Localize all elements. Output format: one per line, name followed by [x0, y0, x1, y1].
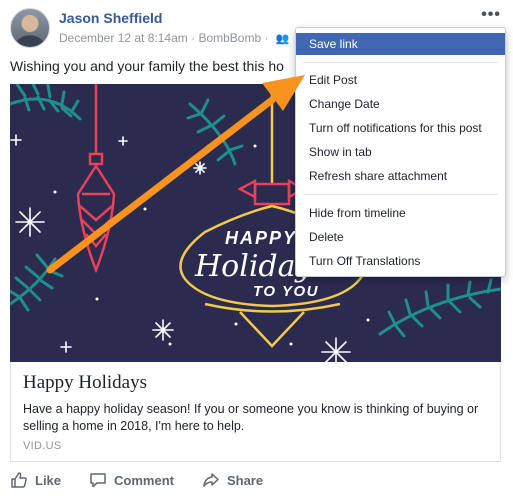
link-description: Have a happy holiday season! If you or s…	[23, 402, 479, 433]
post-date[interactable]: December 12 at 8:14am	[59, 31, 188, 45]
comment-bubble-icon	[90, 473, 106, 488]
greeting-line-3: TO YOU	[253, 283, 319, 300]
like-label: Like	[35, 472, 62, 488]
menu-item-delete[interactable]: Delete	[296, 226, 505, 248]
share-arrow-icon	[203, 473, 219, 487]
menu-item-turn-off-notifications[interactable]: Turn off notifications for this post	[296, 117, 505, 139]
post-via[interactable]: BombBomb	[198, 31, 261, 45]
menu-item-hide-from-timeline[interactable]: Hide from timeline	[296, 202, 505, 224]
meta-separator: ·	[191, 31, 196, 45]
menu-divider	[303, 62, 498, 63]
author-name[interactable]: Jason Sheffield	[59, 10, 162, 26]
comment-label: Comment	[114, 472, 174, 488]
comment-button[interactable]: Comment	[89, 471, 174, 489]
menu-item-turn-off-translations[interactable]: Turn Off Translations	[296, 250, 505, 272]
more-options-icon[interactable]: •••	[481, 6, 501, 24]
meta-separator: ·	[264, 31, 269, 45]
link-title[interactable]: Happy Holidays	[23, 372, 147, 394]
post-actions-bar: Like Comment Share	[10, 469, 291, 491]
post-options-menu: Save link Edit Post Change Date Turn off…	[295, 27, 506, 277]
thumbs-up-icon	[11, 472, 27, 488]
greeting-line-1: HAPPY	[225, 228, 297, 248]
friends-icon[interactable]: 👥	[276, 32, 290, 45]
post-text: Wishing you and your family the best thi…	[10, 58, 284, 74]
menu-item-edit-post[interactable]: Edit Post	[296, 69, 505, 91]
menu-item-refresh-share-attachment[interactable]: Refresh share attachment	[296, 165, 505, 187]
link-preview-card[interactable]: Happy Holidays Have a happy holiday seas…	[10, 362, 501, 462]
author-avatar[interactable]	[10, 8, 50, 48]
menu-item-change-date[interactable]: Change Date	[296, 93, 505, 115]
like-button[interactable]: Like	[10, 471, 61, 489]
post-meta: December 12 at 8:14am · BombBomb · 👥	[59, 31, 290, 45]
menu-divider	[303, 194, 498, 195]
share-label: Share	[226, 472, 264, 488]
share-button[interactable]: Share	[202, 471, 263, 489]
menu-item-save-link[interactable]: Save link	[296, 33, 505, 55]
link-domain: VID.US	[23, 440, 62, 452]
menu-item-show-in-tab[interactable]: Show in tab	[296, 141, 505, 163]
